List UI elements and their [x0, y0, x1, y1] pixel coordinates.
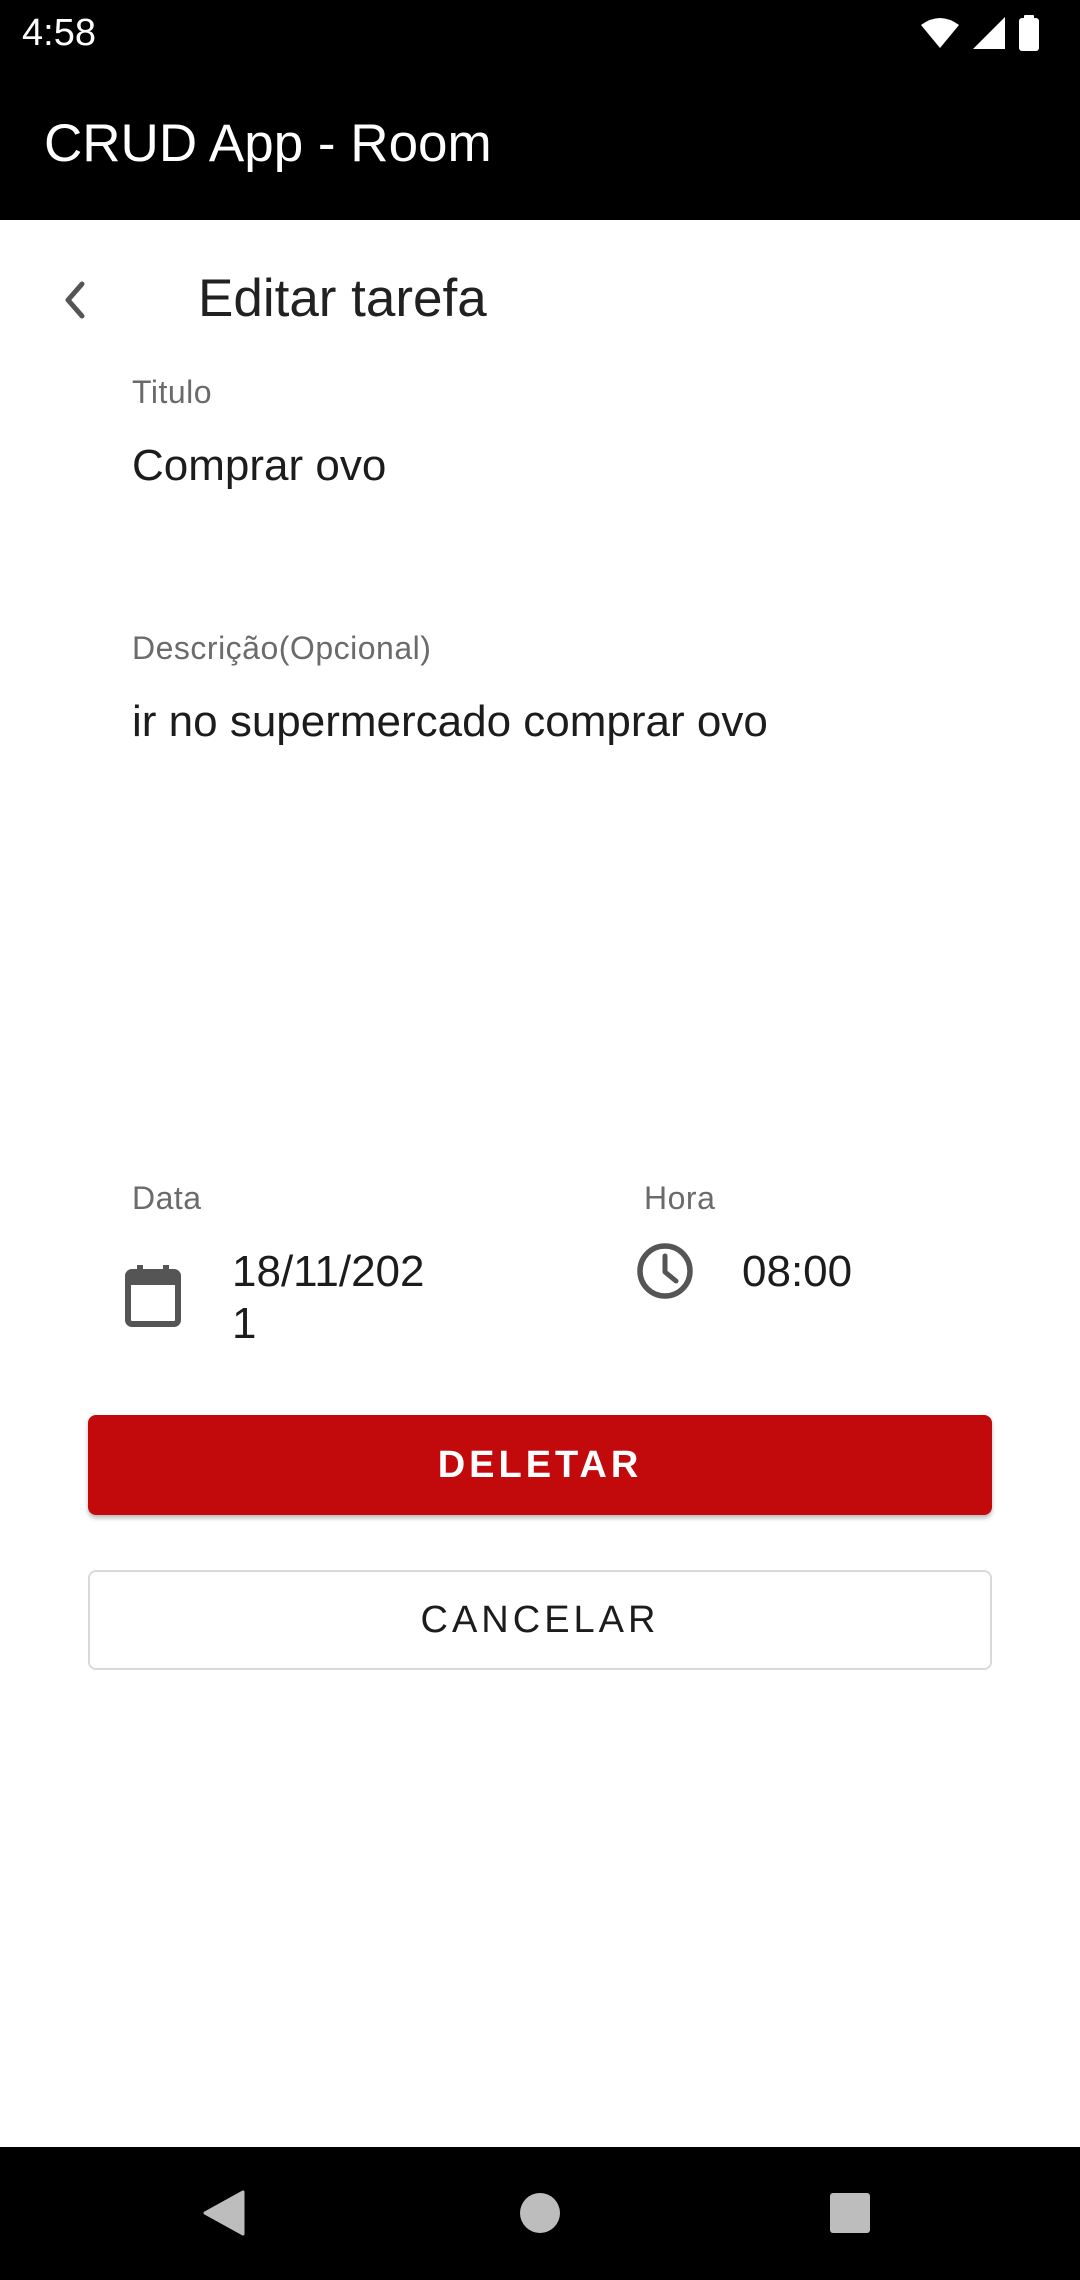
titulo-label: Titulo	[132, 374, 213, 410]
calendar-icon[interactable]	[120, 1262, 186, 1328]
back-triangle-icon	[201, 2188, 247, 2243]
screen-header: Editar tarefa	[0, 220, 1080, 380]
battery-icon	[1018, 15, 1040, 51]
nav-back-button[interactable]	[186, 2177, 262, 2253]
clock-icon[interactable]	[634, 1240, 696, 1302]
titulo-input[interactable]: Comprar ovo	[132, 440, 386, 492]
date-value[interactable]: 18/11/202 1	[232, 1246, 424, 1350]
delete-button[interactable]: DELETAR	[88, 1415, 992, 1515]
hora-label: Hora	[644, 1180, 716, 1216]
back-button[interactable]	[44, 272, 104, 332]
chevron-left-icon	[60, 280, 88, 325]
app-title: CRUD App - Room	[44, 114, 492, 173]
cancel-button[interactable]: CANCELAR	[88, 1570, 992, 1670]
navigation-bar	[0, 2147, 1080, 2280]
home-circle-icon	[518, 2191, 562, 2240]
wifi-icon	[920, 17, 960, 49]
descricao-input[interactable]: ir no supermercado comprar ovo	[132, 696, 768, 748]
nav-home-button[interactable]	[502, 2177, 578, 2253]
app-bar: CRUD App - Room	[0, 66, 1080, 220]
recents-square-icon	[829, 2192, 871, 2239]
status-bar: 4:58	[0, 0, 1080, 66]
time-value[interactable]: 08:00	[742, 1246, 852, 1298]
status-icons	[920, 15, 1040, 51]
status-time: 4:58	[22, 12, 96, 54]
cell-signal-icon	[972, 16, 1006, 50]
nav-recents-button[interactable]	[812, 2177, 888, 2253]
date-value-line1: 18/11/202	[232, 1247, 425, 1296]
date-value-line2: 1	[232, 1299, 257, 1348]
data-label: Data	[132, 1180, 202, 1216]
screen-title: Editar tarefa	[198, 269, 487, 328]
descricao-label: Descrição(Opcional)	[132, 630, 432, 666]
